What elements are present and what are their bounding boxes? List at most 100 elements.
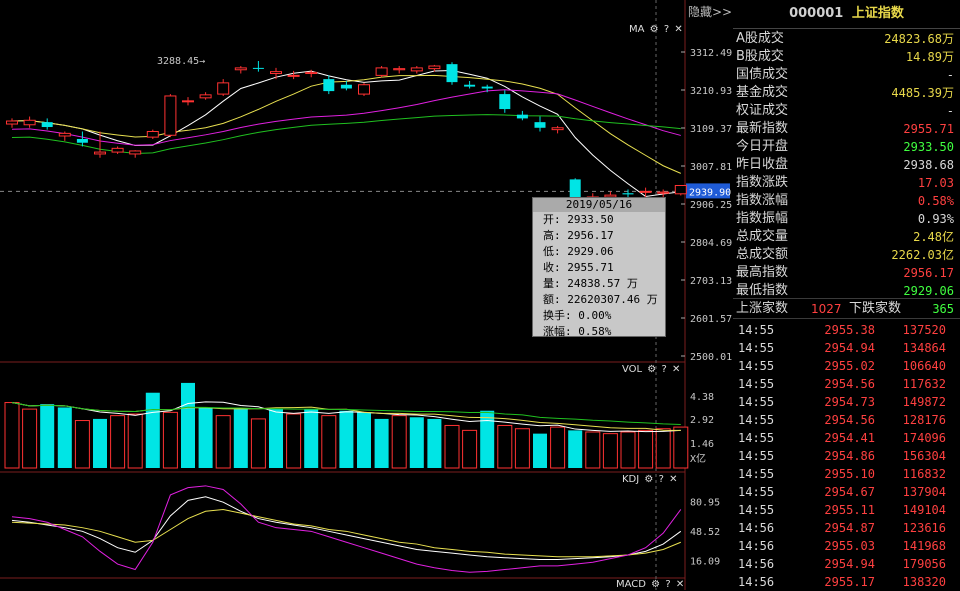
kdj-d-line [11, 508, 681, 558]
help-icon[interactable]: ? [659, 474, 664, 485]
volume-bar [250, 418, 266, 469]
stat-row: 最高指数 2956.17 [733, 264, 960, 282]
candle-body [287, 74, 300, 77]
candle-body [657, 191, 670, 194]
current-price-label: 2939.90 [689, 187, 731, 198]
tick-price: 2955.10 [824, 467, 875, 481]
stat-label: 昨日收盘 [736, 157, 789, 172]
gear-icon[interactable]: ⚙ [651, 579, 660, 590]
volume-bar [638, 429, 654, 469]
tick-row: 14:55 2955.11 149104 [733, 501, 960, 519]
tick-price: 2954.94 [824, 557, 875, 571]
price-tick-label: 2703.13 [690, 276, 732, 287]
tick-row: 14:55 2954.56 117632 [733, 375, 960, 393]
stat-value: 2956.17 [903, 266, 954, 280]
tick-volume: 106640 [902, 359, 946, 373]
vol-controls: VOL ⚙ ? ✕ [620, 364, 680, 375]
stat-label: 指数振幅 [736, 211, 789, 226]
tooltip-date: 2019/05/16 [533, 198, 665, 212]
help-icon[interactable]: ? [665, 579, 670, 590]
tick-price: 2955.11 [824, 503, 875, 517]
close-icon[interactable]: ✕ [676, 579, 684, 590]
stat-label: B股成交 [736, 49, 784, 64]
tick-row: 14:55 2955.10 116832 [733, 465, 960, 483]
stat-label: 最新指数 [736, 121, 789, 136]
stat-value: 24823.68万 [884, 32, 954, 46]
close-icon[interactable]: ✕ [674, 24, 682, 35]
candle-body [323, 79, 335, 92]
stat-label: 总成交额 [736, 247, 789, 262]
volume-bar [427, 418, 442, 468]
tick-time: 14:55 [738, 395, 775, 409]
tick-volume: 128176 [902, 413, 946, 427]
tick-price: 2954.67 [824, 485, 875, 499]
help-icon[interactable]: ? [661, 364, 666, 375]
candle-body [410, 67, 423, 72]
up-count: 1027 [811, 302, 842, 316]
tick-row: 14:55 2954.73 149872 [733, 393, 960, 411]
volume-tick-label: 4.38 [690, 392, 714, 403]
down-count-label: 下跌家数 [849, 301, 902, 316]
tick-volume: 123616 [902, 521, 946, 535]
vol-label: VOL [622, 364, 643, 375]
tick-time: 14:56 [738, 539, 775, 553]
quote-panel: 000001 上证指数 A股成交 24823.68万 B股成交 14.89万 国债成交 -… [733, 0, 960, 590]
tooltip-amount: 额: 22620307.46 万 [543, 293, 658, 306]
stat-value: 14.89万 [905, 50, 954, 64]
price-tick-label: 3312.49 [690, 48, 732, 59]
tick-time: 14:55 [738, 413, 775, 427]
gear-icon[interactable]: ⚙ [647, 364, 656, 375]
candle-body [674, 184, 687, 195]
tick-time: 14:55 [738, 485, 775, 499]
volume-bar [93, 418, 107, 468]
tooltip-close: 收: 2955.71 [543, 261, 614, 274]
tick-time: 14:56 [738, 521, 775, 535]
stat-value: 0.58% [917, 194, 954, 208]
volume-bar [215, 415, 231, 469]
tick-time: 14:55 [738, 377, 775, 391]
volume-bar [181, 382, 195, 468]
tick-volume: 117632 [902, 377, 946, 391]
stat-label: 权证成交 [736, 103, 789, 118]
tooltip-high: 高: 2956.17 [543, 229, 614, 242]
volume-bar [198, 407, 213, 468]
tick-row: 14:55 2955.02 106640 [733, 357, 960, 375]
gear-icon[interactable]: ⚙ [644, 474, 653, 485]
tick-volume: 137904 [902, 485, 946, 499]
help-icon[interactable]: ? [664, 24, 669, 35]
volume-bar [391, 415, 407, 469]
stat-value: 0.93% [917, 212, 954, 226]
volume-tick-label: X亿 [690, 452, 706, 465]
candle-body [622, 193, 634, 195]
tick-volume: 134864 [902, 341, 946, 355]
volume-bar [514, 428, 530, 469]
close-icon[interactable]: ✕ [672, 364, 680, 375]
volume-bar [304, 409, 319, 468]
macd-controls: MACD ⚙ ? ✕ [614, 579, 684, 590]
divider [733, 318, 960, 319]
kdj-tick-label: 80.95 [690, 497, 720, 508]
volume-bar [374, 418, 389, 468]
volume-bar [110, 415, 126, 469]
volume-bar [162, 411, 178, 469]
candle-body [182, 100, 194, 103]
volume-bar [655, 428, 671, 469]
hide-panel-button[interactable]: 隐藏>> [688, 3, 732, 20]
tick-price: 2954.87 [824, 521, 875, 535]
tick-price: 2954.56 [824, 413, 875, 427]
tick-time: 14:55 [738, 503, 775, 517]
tick-price: 2954.94 [824, 341, 875, 355]
up-count-label: 上涨家数 [736, 301, 789, 316]
volume-bar [233, 409, 248, 468]
high-marker: 3288.45→ [157, 56, 206, 67]
index-code: 000001 [789, 6, 844, 21]
tick-price: 2954.56 [824, 377, 875, 391]
tick-time: 14:55 [738, 341, 775, 355]
stat-row: B股成交 14.89万 [733, 48, 960, 66]
close-icon[interactable]: ✕ [669, 474, 677, 485]
tick-row: 14:56 2954.94 179056 [733, 555, 960, 573]
candle-body [551, 127, 564, 131]
stat-label: 最高指数 [736, 265, 789, 280]
gear-icon[interactable]: ⚙ [650, 24, 659, 35]
tick-row: 14:55 2954.56 128176 [733, 411, 960, 429]
